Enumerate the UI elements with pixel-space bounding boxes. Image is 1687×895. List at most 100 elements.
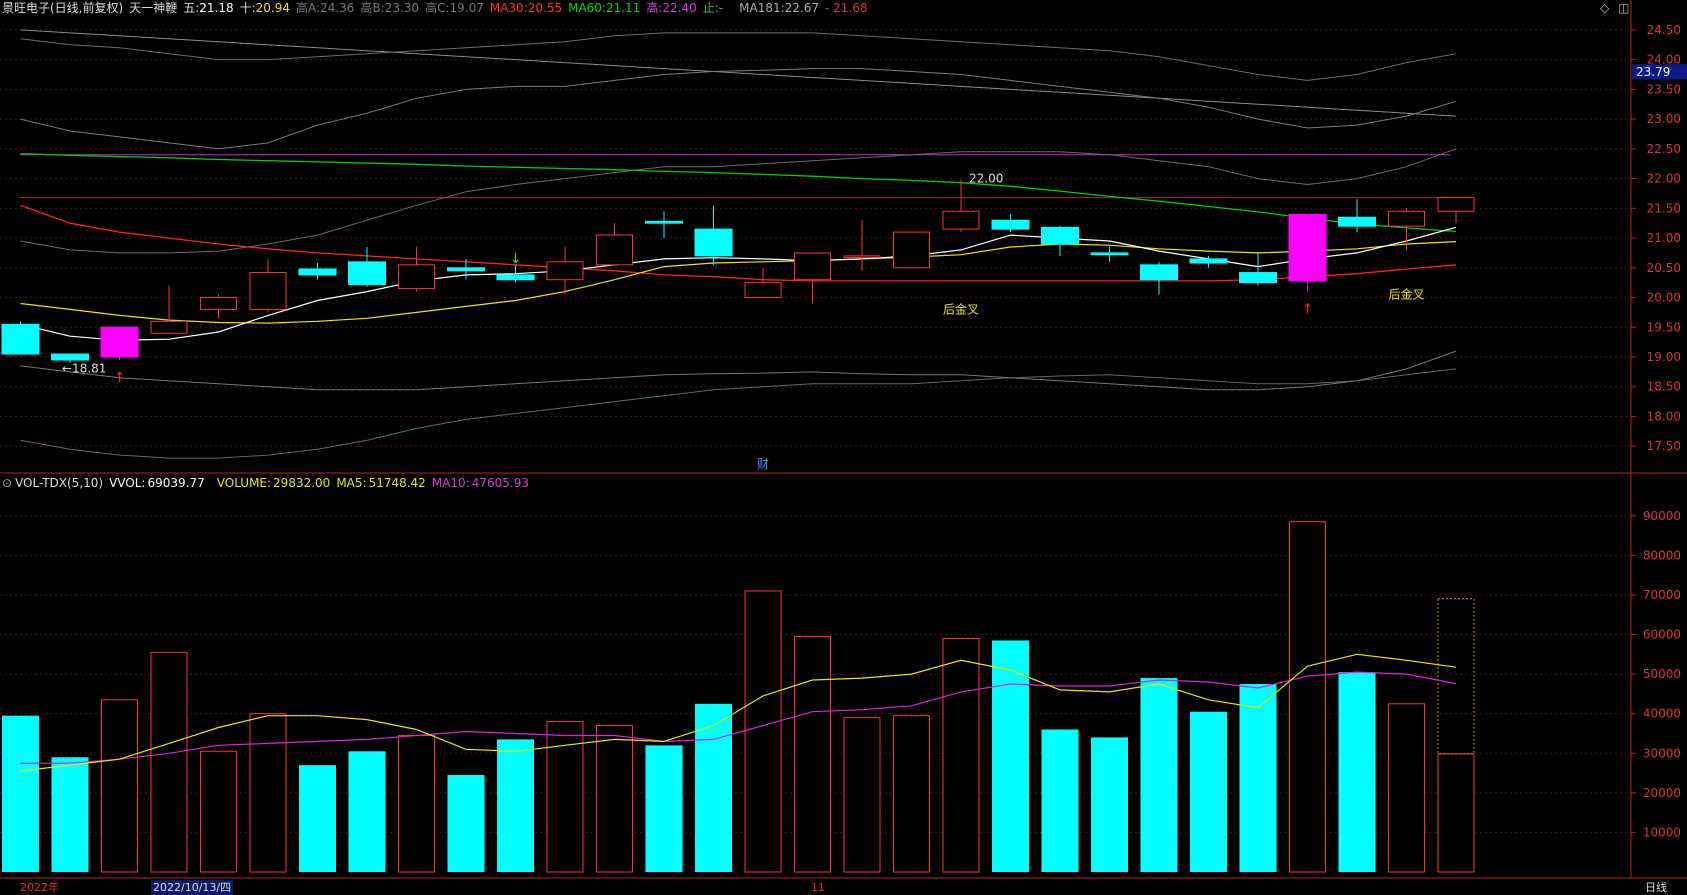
volume-bar xyxy=(843,717,881,873)
upper-mid-line xyxy=(20,68,1457,150)
vol-indicator-name[interactable]: VOL-TDX(5,10) xyxy=(15,476,103,490)
ma60-item: MA60:21.11 xyxy=(568,1,641,15)
volume-bar xyxy=(1091,737,1128,872)
stock-chart[interactable]: 24.5024.0023.5023.0022.5022.0021.5021.00… xyxy=(0,0,1687,895)
volume-tick-label: 60000 xyxy=(1643,628,1681,642)
candle-body xyxy=(794,252,831,281)
gaoA-item: 高A:24.36 xyxy=(296,1,355,15)
price-tick-label: 23.50 xyxy=(1647,82,1681,96)
candle-body xyxy=(645,220,683,224)
candle-body xyxy=(1239,272,1277,284)
volume-tick-label: 30000 xyxy=(1643,746,1681,760)
chart-annotation: 财 xyxy=(757,457,769,471)
volume-tick-label: 10000 xyxy=(1643,825,1681,839)
volume-bar xyxy=(497,739,534,872)
volume-bar xyxy=(447,775,485,872)
candle-body xyxy=(942,210,980,230)
price-tick-label: 22.00 xyxy=(1647,172,1681,186)
chart-annotation: 后金叉 xyxy=(943,301,979,316)
chart-annotation: ←18.81 xyxy=(62,361,106,375)
volume-bar xyxy=(1140,678,1178,872)
ma30-item: MA30:20.55 xyxy=(489,1,563,15)
price-tick-label: 20.00 xyxy=(1647,291,1681,305)
diamond-icon[interactable]: ◇ xyxy=(1600,1,1609,15)
volume-bar xyxy=(1190,711,1227,872)
volume-tick-label: 20000 xyxy=(1643,786,1681,800)
volume-bar xyxy=(398,734,435,873)
volume-tick-label: 50000 xyxy=(1643,667,1681,681)
candle-body xyxy=(744,282,782,299)
price-tick-label: 21.50 xyxy=(1647,201,1681,215)
ma10-item: MA10: 47605.93 xyxy=(431,476,529,490)
candle-body xyxy=(447,267,485,272)
ma181-item: MA181:22.67 xyxy=(739,1,819,15)
vvol-projection xyxy=(1437,598,1475,755)
candle-body xyxy=(991,219,1030,230)
zhi-item: 止:- xyxy=(702,1,724,15)
price-tick-label: 20.50 xyxy=(1647,261,1681,275)
collapse-icon[interactable]: ⊙ xyxy=(2,476,12,490)
up-arrow-icon: ↑ xyxy=(1302,302,1314,318)
candle-body xyxy=(1140,264,1178,281)
price-tick-label: 18.50 xyxy=(1647,380,1681,394)
candle-body xyxy=(398,264,435,290)
candle-body xyxy=(200,297,237,310)
price-tick-label: 21.00 xyxy=(1647,231,1681,245)
shi-value: 20.94 xyxy=(255,1,291,15)
volume-tick-label: 40000 xyxy=(1643,707,1681,721)
indicator-name: 天一神鞭 xyxy=(129,1,178,15)
price-tick-label: 17.50 xyxy=(1647,439,1681,453)
candle-body xyxy=(596,234,633,266)
volume-bar xyxy=(101,699,138,873)
candle-body xyxy=(1189,258,1228,264)
volume-bar xyxy=(1388,703,1425,873)
candle-body xyxy=(51,353,89,361)
candle-body xyxy=(249,272,287,310)
vvol-item: VVOL: 69039.77 xyxy=(109,476,205,490)
candle-body xyxy=(893,231,930,269)
volume-bar xyxy=(51,757,89,872)
volume-bar xyxy=(744,590,782,873)
cursor-date: 2022/10/13/四 xyxy=(151,880,234,895)
year-label: 2022年 xyxy=(20,881,59,894)
candle-body xyxy=(150,320,188,334)
window-toggle-icon[interactable]: ◫ xyxy=(1618,1,1629,15)
period-label[interactable]: 日线 xyxy=(1645,880,1667,895)
candle-body xyxy=(496,274,535,281)
stock-title[interactable]: 景旺电子(日线,前复权) xyxy=(2,1,123,15)
candle-body xyxy=(1338,216,1376,227)
price-tick-label: 19.00 xyxy=(1647,350,1681,364)
volume-bar xyxy=(596,725,633,873)
candle-body xyxy=(298,268,337,276)
volume-bar xyxy=(299,765,336,872)
volume-tick-label: 80000 xyxy=(1643,548,1681,562)
month-label: 11 xyxy=(811,881,825,894)
volume-bar xyxy=(1239,684,1277,872)
gaoB-item: 高B:23.30 xyxy=(360,1,420,15)
ma5-item: MA5: 51748.42 xyxy=(336,476,426,490)
volume-bar xyxy=(695,703,732,872)
price-badge-label: 23.79 xyxy=(1636,65,1670,79)
price-header: 景旺电子(日线,前复权) 天一神鞭 五:21.18 十:20.94 高A:24.36 高B… xyxy=(2,1,874,15)
volume-bar xyxy=(348,751,386,872)
ma30-line xyxy=(20,204,1457,282)
candle-body xyxy=(1041,226,1079,245)
volume-tick-label: 70000 xyxy=(1643,588,1681,602)
volume-bar xyxy=(249,713,287,873)
gaoC-item: 高C:19.07 xyxy=(425,1,484,15)
volume-bar xyxy=(794,636,831,873)
price-tick-label: 18.00 xyxy=(1647,409,1681,423)
chart-annotation: 22.00 xyxy=(969,172,1003,186)
volume-bar xyxy=(200,750,237,873)
volume-bar xyxy=(1289,521,1326,873)
candle-body xyxy=(694,228,733,257)
volume-bar xyxy=(2,715,39,872)
volume-tick-label: 90000 xyxy=(1643,509,1681,523)
volume-header: ⊙ VOL-TDX(5,10) VVOL: 69039.77 VOLUME: 29832.… xyxy=(2,476,535,490)
lower-mid-line xyxy=(20,148,1457,254)
volume-bar xyxy=(1437,753,1475,873)
price-tick-label: 22.50 xyxy=(1647,142,1681,156)
volume-item: VOLUME: 29832.00 xyxy=(216,476,331,490)
candle-body xyxy=(100,326,139,358)
candle-body xyxy=(1288,213,1327,282)
